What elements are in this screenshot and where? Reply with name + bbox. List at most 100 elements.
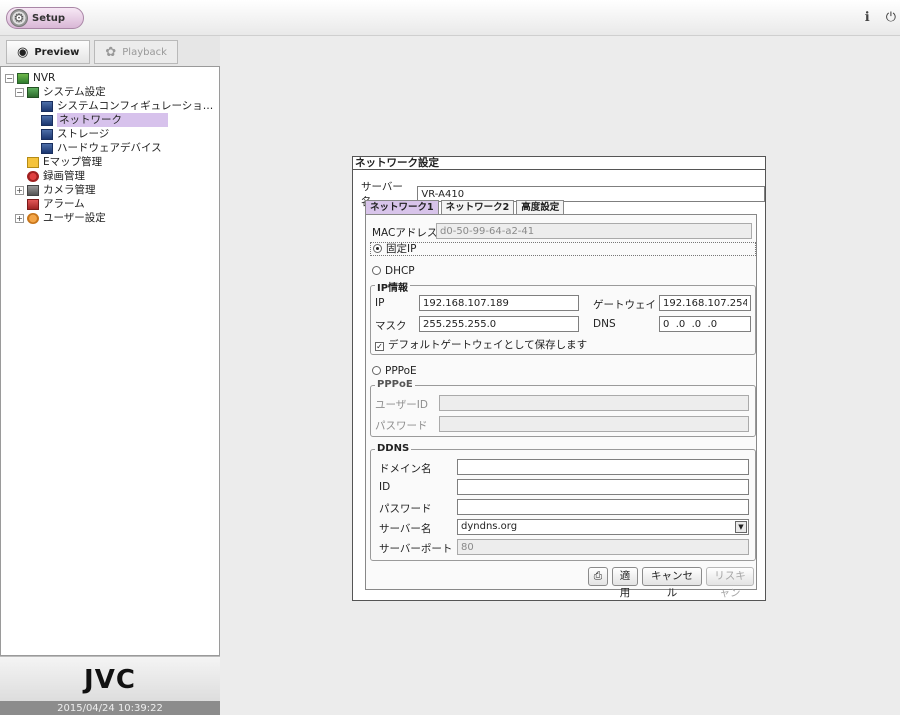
pppoe-password-input [439, 416, 749, 432]
tree-label-network: ネットワーク [57, 113, 168, 127]
ip-info-group: IP情報 IP ゲートウェイ マスク DNS ✓ デフォルトゲートウェイとして保存… [370, 279, 756, 355]
mask-input[interactable] [419, 316, 579, 332]
pppoe-radio[interactable] [372, 366, 381, 375]
domain-input[interactable] [457, 459, 749, 475]
playback-tab[interactable]: ✿ Playback [94, 40, 178, 64]
collapse-icon[interactable]: − [15, 87, 24, 97]
dialog-title: ネットワーク設定 [353, 157, 765, 170]
alarm-icon [27, 198, 39, 210]
tree-label-emap: Eマップ管理 [43, 156, 103, 168]
navigation-tree: − NVR − システム設定 システムコンフィギュレーショ… ネットワーク スト… [0, 66, 220, 656]
ddns-server-value: dyndns.org [461, 521, 518, 532]
preview-label: Preview [34, 46, 80, 58]
tab-network1[interactable]: ネットワーク1 [365, 200, 439, 214]
camera-icon [27, 184, 39, 196]
ddns-port-input [457, 539, 749, 555]
tree-label-user: ユーザー設定 [43, 212, 106, 224]
printer-icon: ⎙ [593, 570, 603, 582]
tree-item-storage[interactable]: ストレージ [1, 127, 219, 141]
ddns-server-select[interactable]: dyndns.org ▼ [457, 519, 749, 535]
ddns-id-input[interactable] [457, 479, 749, 495]
user-icon [27, 212, 39, 224]
setup-label: Setup [32, 12, 66, 24]
pppoe-title: PPPoE [375, 379, 415, 390]
playback-label: Playback [122, 46, 167, 58]
expand-icon[interactable]: + [15, 185, 24, 195]
nvr-icon [17, 72, 29, 84]
collapse-icon[interactable]: − [5, 73, 14, 83]
tree-item-emap[interactable]: Eマップ管理 [1, 155, 219, 169]
tab-advanced[interactable]: 高度設定 [516, 200, 565, 214]
ddns-server-label: サーバー名 [379, 523, 432, 535]
print-button[interactable]: ⎙ [588, 567, 608, 586]
mac-field [436, 223, 752, 239]
dhcp-option[interactable]: DHCP [372, 265, 415, 277]
domain-label: ドメイン名 [379, 463, 432, 475]
emap-icon [27, 156, 39, 168]
preview-tab[interactable]: ◉ Preview [6, 40, 91, 64]
tab-content: MACアドレス 固定IP DHCP IP情報 IP ゲートウェイ マスク DNS… [365, 214, 757, 599]
dhcp-label: DHCP [385, 265, 415, 277]
tree-item-camera[interactable]: + カメラ管理 [1, 183, 219, 197]
dns-label: DNS [593, 318, 616, 330]
pppoe-userid-label: ユーザーID [375, 399, 428, 411]
left-panel: ◉ Preview ✿ Playback − NVR − システム設定 システム… [0, 36, 220, 715]
brand-area: JVC 2015/04/24 10:39:22 [0, 656, 220, 715]
save-gateway-label: デフォルトゲートウェイとして保存します [388, 339, 588, 351]
tree-label-storage: ストレージ [57, 128, 110, 140]
ddns-password-input[interactable] [457, 499, 749, 515]
system-settings-icon [27, 86, 39, 98]
eye-icon: ◉ [17, 44, 29, 60]
pppoe-option[interactable]: PPPoE [372, 365, 417, 377]
tree-label-hardware: ハードウェアデバイス [57, 142, 162, 154]
pppoe-password-label: パスワード [375, 420, 428, 432]
tree-item-record[interactable]: 録画管理 [1, 169, 219, 183]
fixed-ip-label: 固定IP [386, 243, 417, 255]
ddns-id-label: ID [379, 481, 391, 493]
top-bar: ⚙ Setup ℹ ⏻ [0, 0, 900, 36]
gateway-label: ゲートウェイ [593, 299, 656, 311]
cancel-button[interactable]: キャンセル [642, 567, 702, 599]
tree-item-nvr[interactable]: − NVR [1, 71, 219, 85]
pppoe-group: PPPoE ユーザーID パスワード [370, 379, 756, 437]
tab-network2[interactable]: ネットワーク2 [440, 200, 515, 214]
ip-input[interactable] [419, 295, 579, 311]
info-icon[interactable]: ℹ [865, 10, 870, 25]
fixed-ip-option[interactable]: 固定IP [370, 242, 756, 256]
tree-item-system-config[interactable]: システムコンフィギュレーショ… [1, 99, 219, 113]
tree-label-system: システム設定 [43, 86, 106, 98]
monitor-icon [41, 128, 53, 140]
chevron-down-icon[interactable]: ▼ [735, 521, 747, 533]
gateway-input[interactable] [659, 295, 751, 311]
tree-item-hardware[interactable]: ハードウェアデバイス [1, 141, 219, 155]
power-icon[interactable]: ⏻ [886, 10, 896, 25]
dns-input[interactable] [659, 316, 751, 332]
gear-icon: ⚙ [10, 9, 28, 27]
ddns-title: DDNS [375, 443, 412, 454]
save-gateway-option[interactable]: ✓ デフォルトゲートウェイとして保存します [375, 337, 587, 352]
mac-label: MACアドレス [372, 227, 438, 239]
tree-label-nvr: NVR [33, 72, 56, 84]
ip-info-title: IP情報 [375, 279, 411, 294]
tree-item-alarm[interactable]: アラーム [1, 197, 219, 211]
save-gateway-checkbox[interactable]: ✓ [375, 342, 384, 351]
ddns-password-label: パスワード [379, 503, 432, 515]
dhcp-radio[interactable] [372, 266, 381, 275]
monitor-icon [41, 114, 53, 126]
tree-label-camera: カメラ管理 [43, 184, 96, 196]
film-reel-icon: ✿ [105, 44, 117, 60]
pppoe-radio-label: PPPoE [385, 365, 417, 377]
network-tabs: ネットワーク1 ネットワーク2 高度設定 [365, 200, 566, 214]
mask-label: マスク [375, 320, 407, 332]
tree-item-user[interactable]: + ユーザー設定 [1, 211, 219, 225]
top-right-icons: ℹ ⏻ [865, 10, 896, 25]
record-icon [27, 170, 39, 182]
tree-item-network[interactable]: ネットワーク [1, 113, 219, 127]
setup-button[interactable]: ⚙ Setup [6, 7, 84, 29]
apply-button[interactable]: 適用 [612, 567, 638, 599]
tree-label-alarm: アラーム [43, 198, 85, 210]
monitor-icon [41, 142, 53, 154]
tree-item-system[interactable]: − システム設定 [1, 85, 219, 99]
expand-icon[interactable]: + [15, 213, 24, 223]
fixed-ip-radio[interactable] [373, 244, 382, 253]
